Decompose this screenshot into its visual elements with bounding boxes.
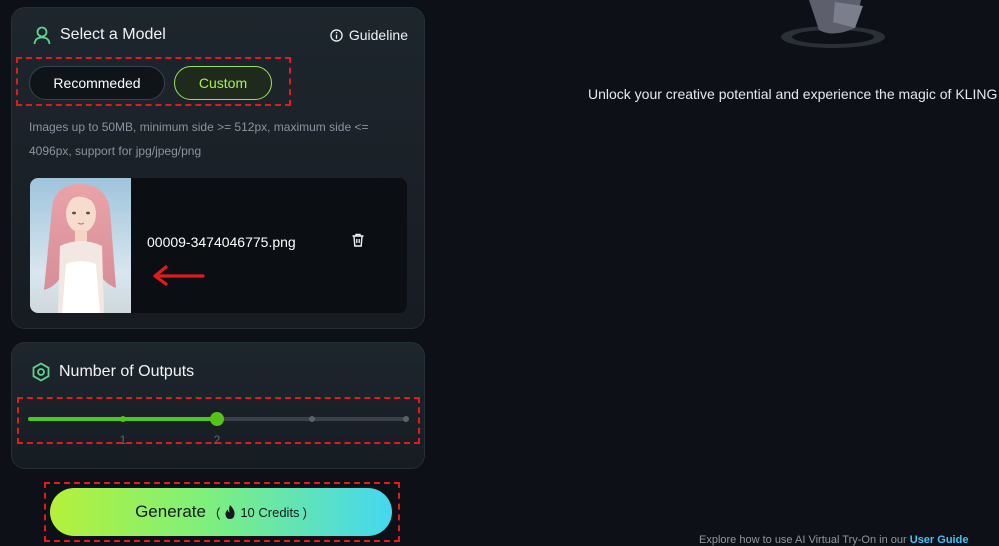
user-guide-link[interactable]: User Guide	[910, 534, 969, 546]
footer-guide-text: Explore how to use AI Virtual Try-On in …	[699, 534, 968, 546]
model-photo-thumbnail[interactable]	[30, 178, 131, 313]
upload-requirements-text: Images up to 50MB, minimum side >= 512px…	[29, 120, 369, 158]
annotation-box-slider	[17, 397, 420, 444]
guideline-link[interactable]: Guideline	[330, 27, 408, 43]
delete-trash-icon[interactable]	[350, 232, 366, 248]
outputs-title: Number of Outputs	[59, 363, 195, 380]
footer-text: Explore how to use AI Virtual Try-On in …	[699, 534, 907, 546]
info-icon	[330, 28, 343, 42]
annotation-box-model-toggle	[16, 57, 291, 106]
uploaded-file-item: 00009-3474046775.png	[30, 178, 407, 313]
select-model-title-row: Select a Model	[32, 25, 166, 45]
outputs-title-row: Number of Outputs	[31, 362, 194, 382]
guideline-label: Guideline	[348, 27, 408, 43]
select-model-title: Select a Model	[60, 26, 166, 43]
user-icon	[33, 26, 51, 45]
decorative-illustration-icon	[781, 0, 885, 48]
annotation-arrow-icon	[153, 265, 205, 286]
hexagon-icon	[32, 362, 50, 382]
annotation-box-generate	[44, 482, 400, 542]
file-name: 00009-3474046775.png	[147, 234, 296, 250]
promo-message: Unlock your creative potential and exper…	[588, 86, 998, 102]
select-model-card: Select a Model Guideline Recommeded Cust…	[11, 7, 425, 329]
